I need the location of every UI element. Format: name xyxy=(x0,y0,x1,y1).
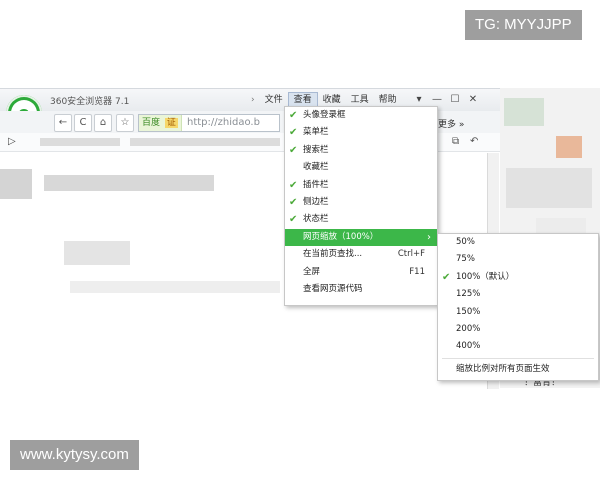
watermark-bottom-left: www.kytysy.com xyxy=(10,440,139,470)
zoom-option-100[interactable]: ✔ 100%（默认） xyxy=(438,269,598,286)
menu-overflow-arrow[interactable]: › xyxy=(246,92,260,108)
address-url-text: http://zhidao.b xyxy=(187,117,260,128)
menu-item-menubar[interactable]: ✔ 菜单栏 xyxy=(285,124,437,141)
copy-icon[interactable]: ⧉ xyxy=(452,136,459,147)
menu-item-fullscreen[interactable]: 全屏 F11 xyxy=(285,264,437,281)
zoom-option-400[interactable]: 400% xyxy=(438,338,598,355)
certified-badge: 证 xyxy=(164,118,178,128)
undo-icon[interactable]: ↶ xyxy=(470,136,478,147)
zoom-option-125[interactable]: 125% xyxy=(438,286,598,303)
menu-item-statusbar[interactable]: ✔ 状态栏 xyxy=(285,211,437,228)
zoom-option-200[interactable]: 200% xyxy=(438,321,598,338)
back-button[interactable]: ← xyxy=(54,114,72,132)
blurred-content xyxy=(70,281,280,293)
zoom-option-75[interactable]: 75% xyxy=(438,251,598,268)
check-icon: ✔ xyxy=(289,196,298,208)
menu-item-page-zoom[interactable]: 网页缩放（100%） › xyxy=(285,228,437,247)
shortcut-label: Ctrl+F xyxy=(397,249,425,260)
menu-item-searchbar[interactable]: ✔ 搜索栏 xyxy=(285,142,437,159)
address-bar[interactable]: 百度 证 http://zhidao.b xyxy=(138,114,280,132)
menu-separator xyxy=(442,357,594,359)
view-dropdown-menu: ✔ 头像登录框 ✔ 菜单栏 ✔ 搜索栏 收藏栏 ✔ 插件栏 ✔ 侧边栏 ✔ 状态… xyxy=(284,106,438,306)
check-icon: ✔ xyxy=(289,144,298,156)
search-engine-label: 百度 xyxy=(142,118,161,128)
check-icon: ✔ xyxy=(442,271,451,283)
menu-item-pluginbar[interactable]: ✔ 插件栏 xyxy=(285,177,437,194)
home-button[interactable]: ⌂ xyxy=(94,114,112,132)
check-icon: ✔ xyxy=(289,179,298,191)
check-icon: ✔ xyxy=(289,127,298,139)
submenu-arrow-icon: › xyxy=(427,231,431,243)
menu-item-sidebar[interactable]: ✔ 侧边栏 xyxy=(285,194,437,211)
shortcut-label: F11 xyxy=(409,266,425,277)
check-icon: ✔ xyxy=(289,214,298,226)
check-icon: ✔ xyxy=(289,110,298,121)
blurred-bookmarks-2 xyxy=(130,138,280,146)
sidebar-toggle-icon[interactable]: ▷ xyxy=(8,136,16,147)
menu-item-avatar-login[interactable]: ✔ 头像登录框 xyxy=(285,107,437,124)
blurred-content xyxy=(0,169,32,199)
more-link[interactable]: 更多 » xyxy=(438,117,464,130)
menu-item-view-source[interactable]: 查看网页源代码 xyxy=(285,281,437,298)
zoom-option-150[interactable]: 150% xyxy=(438,304,598,321)
blurred-bookmarks xyxy=(40,138,120,146)
menu-item-favoritesbar[interactable]: 收藏栏 xyxy=(285,159,437,176)
menu-item-find-in-page[interactable]: 在当前页查找... Ctrl+F xyxy=(285,246,437,263)
window-title: 360安全浏览器 7.1 xyxy=(50,97,130,107)
maximize-button[interactable]: ☐ xyxy=(446,92,464,108)
refresh-button[interactable]: C xyxy=(74,114,92,132)
zoom-option-50[interactable]: 50% xyxy=(438,234,598,251)
zoom-apply-all-option[interactable]: 缩放比例对所有页面生效 xyxy=(438,361,598,378)
close-button[interactable]: ✕ xyxy=(464,92,482,108)
watermark-top-right: TG: MYYJJPP xyxy=(465,10,582,40)
zoom-submenu: 50% 75% ✔ 100%（默认） 125% 150% 200% 400% 缩… xyxy=(437,233,599,381)
search-engine-tag[interactable]: 百度 证 xyxy=(139,115,182,131)
blurred-content xyxy=(64,241,130,265)
favorite-star-button[interactable]: ☆ xyxy=(116,114,134,132)
blurred-content xyxy=(44,175,214,191)
